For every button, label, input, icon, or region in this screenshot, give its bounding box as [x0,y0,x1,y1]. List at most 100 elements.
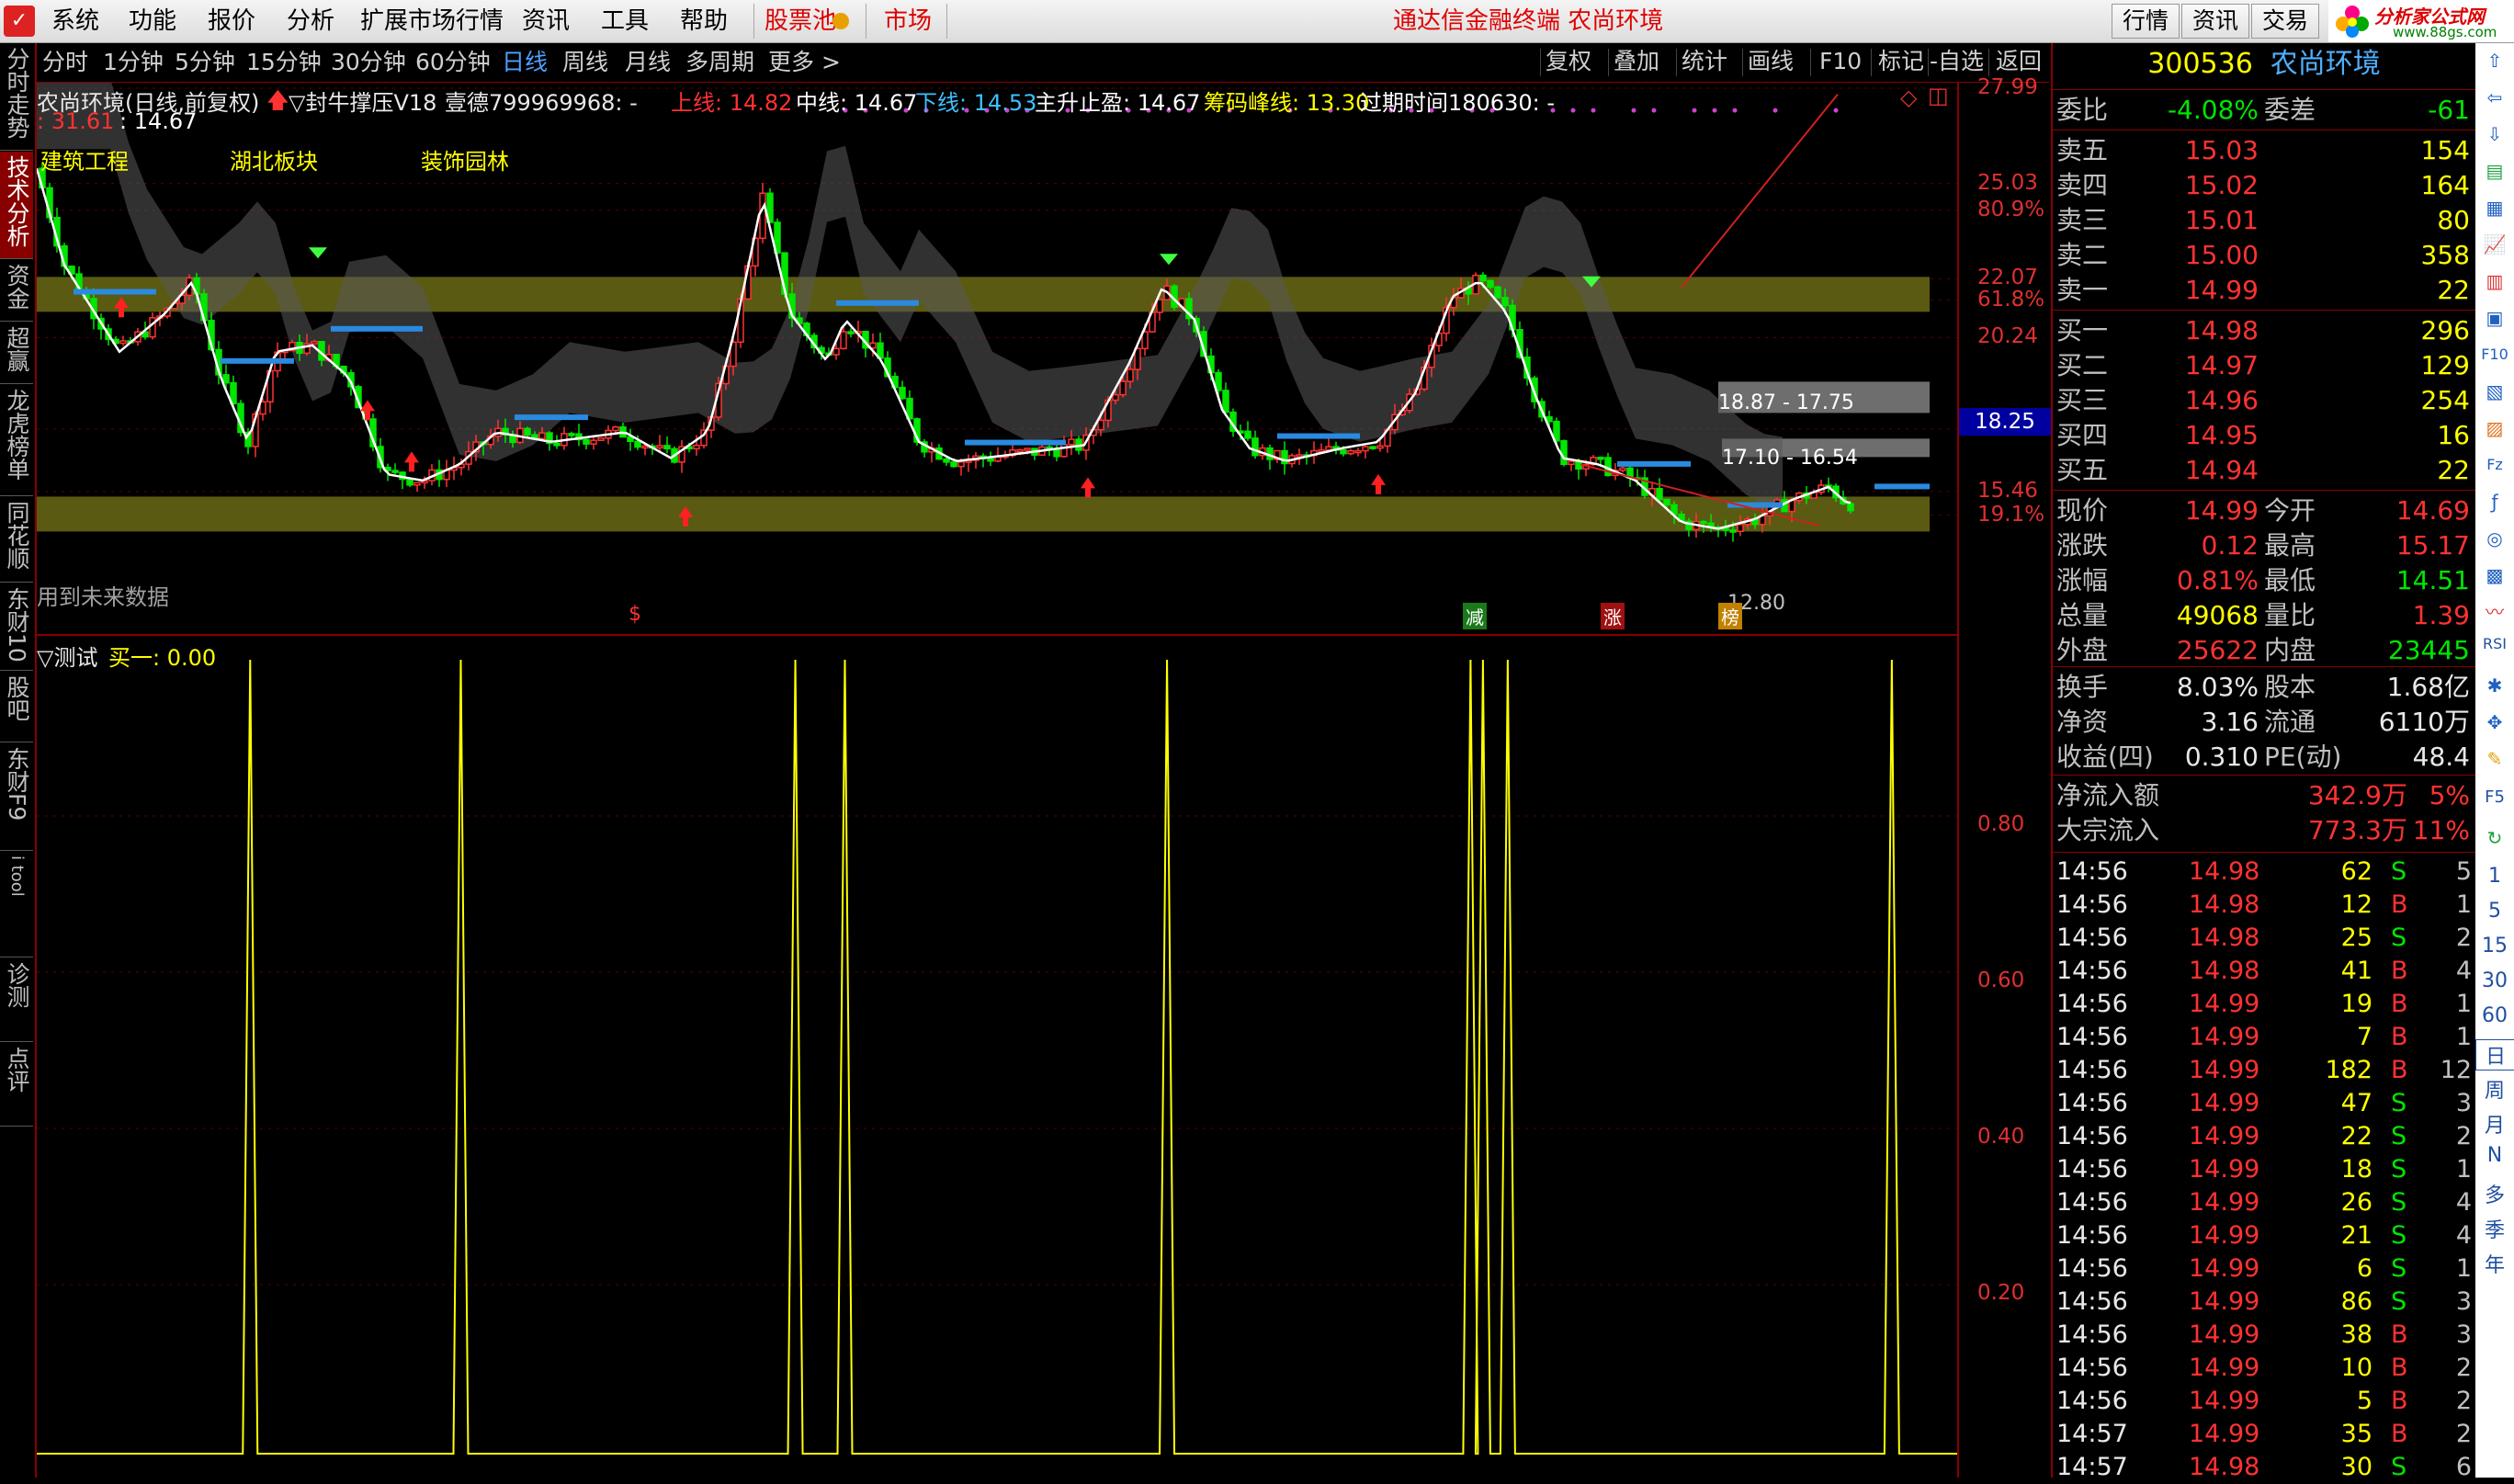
menu-extended-market[interactable]: 扩展市场行情 [360,6,504,37]
sector-label[interactable]: 建筑工程 [40,143,129,176]
trade-row[interactable]: 14:56 14.98 25 S 2 [2053,922,2475,955]
dollar-marker[interactable]: $ [628,603,641,626]
arrow-up-icon[interactable]: ⇧ [2481,47,2508,74]
tab-itool[interactable]: i tool [0,852,33,957]
menu-function[interactable]: 功能 [129,6,176,37]
indicator-subchart[interactable]: ▽测试 买一: 0.00 [37,634,1957,1479]
app-logo[interactable]: ✓ [4,6,35,37]
arrow-down-icon[interactable]: ⇩ [2481,120,2508,148]
circle-icon[interactable]: ◎ [2481,525,2508,552]
back-button[interactable]: 返回 [1996,48,2042,75]
trade-row[interactable]: 14:56 14.99 7 B 1 [2053,1021,2475,1054]
trade-row[interactable]: 14:56 14.99 26 S 4 [2053,1186,2475,1219]
period-intraday[interactable]: 分时 [42,49,88,76]
menu-analysis[interactable]: 分析 [287,6,334,37]
ask-row[interactable]: 卖五 15.03 154 [2053,133,2475,168]
tab-tonghuashun[interactable]: 同花顺 [0,497,33,583]
trade-row[interactable]: 14:56 14.99 19 B 1 [2053,988,2475,1021]
rsi-icon[interactable]: RSI [2475,635,2514,652]
trade-row[interactable]: 14:56 14.99 18 S 1 [2053,1153,2475,1186]
menu-market[interactable]: 市场 [884,6,932,37]
tab-dongcai-f9[interactable]: 东财F9 [0,743,33,851]
period-year-button[interactable]: 年 [2475,1249,2514,1278]
period-15-button[interactable]: 15 [2475,935,2514,957]
trade-row[interactable]: 14:56 14.99 5 B 2 [2053,1385,2475,1418]
arrow-left-icon[interactable]: ⇦ [2481,84,2508,111]
diamond-icon[interactable]: ◇ [1900,85,1917,110]
trade-row[interactable]: 14:56 14.99 47 S 3 [2053,1087,2475,1120]
list-icon[interactable]: ▤ [2481,157,2508,185]
subchart-title[interactable]: ▽测试 [37,640,97,672]
rank-marker[interactable]: 榜 [1718,603,1742,629]
wave-icon[interactable]: 〰 [2481,598,2508,626]
kline-chart[interactable]: 农尚环境(日线,前复权) 🡅 ▽封牛撑压V18 壹德799969968: - 上… [37,83,1957,634]
period-1min[interactable]: 1分钟 [103,49,164,76]
menu-system[interactable]: 系统 [51,6,99,37]
trade-button[interactable]: 交易 [2251,4,2319,39]
menu-tools[interactable]: 工具 [601,6,649,37]
period-monthly[interactable]: 月线 [625,49,671,76]
trade-row[interactable]: 14:57 14.99 35 B 2 [2053,1418,2475,1451]
statistics-button[interactable]: 统计 [1682,48,1727,75]
reduce-marker[interactable]: 减 [1463,603,1487,629]
period-quarter-button[interactable]: 季 [2475,1214,2514,1243]
bid-row[interactable]: 买三 14.96 254 [2053,383,2475,418]
f10-icon[interactable]: F10 [2481,341,2508,368]
trade-row[interactable]: 14:56 14.98 12 B 1 [2053,889,2475,922]
f10-button[interactable]: F10 [1819,48,1862,75]
fz-icon[interactable]: Fz [2481,451,2508,479]
draw-line-button[interactable]: 画线 [1748,48,1794,75]
trade-row[interactable]: 14:56 14.98 62 S 5 [2053,855,2475,889]
ask-row[interactable]: 卖一 14.99 22 [2053,273,2475,308]
refresh-icon[interactable]: ↻ [2481,824,2508,852]
tab-diagnose[interactable]: 诊测 [0,958,33,1042]
tab-super[interactable]: 超赢 [0,323,33,384]
ask-row[interactable]: 卖三 15.01 80 [2053,203,2475,238]
period-week-button[interactable]: 周 [2475,1074,2514,1104]
bars-icon[interactable]: ▩ [2481,561,2508,589]
ask-row[interactable]: 卖二 15.00 358 [2053,238,2475,273]
period-30-button[interactable]: 30 [2475,969,2514,992]
bid-row[interactable]: 买一 14.98 296 [2053,313,2475,348]
menu-stock-pool[interactable]: 股票池 [764,6,836,37]
table-icon[interactable]: ▣ [2481,304,2508,332]
ask-row[interactable]: 卖四 15.02 164 [2053,168,2475,203]
f5-icon[interactable]: F5 [2475,787,2514,807]
move-icon[interactable]: ✥ [2481,708,2508,736]
star-icon[interactable]: ✱ [2481,672,2508,699]
formula-icon[interactable]: ƒ [2481,488,2508,515]
trade-row[interactable]: 14:56 14.99 38 B 3 [2053,1319,2475,1352]
rise-marker[interactable]: 涨 [1601,603,1625,629]
period-60min[interactable]: 60分钟 [415,49,491,76]
window-toggle-icon[interactable]: ◫ [1928,83,1949,108]
period-30min[interactable]: 30分钟 [331,49,406,76]
period-day-button[interactable]: 日 [2475,1039,2514,1071]
trade-row[interactable]: 14:56 14.99 21 S 4 [2053,1219,2475,1252]
quote-button[interactable]: 行情 [2112,4,2180,39]
menu-news[interactable]: 资讯 [522,6,570,37]
trade-row[interactable]: 14:56 14.99 86 S 3 [2053,1286,2475,1319]
overlay-button[interactable]: 叠加 [1614,48,1659,75]
sector-label[interactable]: 装饰园林 [421,143,509,176]
trade-row[interactable]: 14:56 14.99 6 S 1 [2053,1252,2475,1286]
period-daily[interactable]: 日线 [502,49,548,76]
tab-intraday[interactable]: 分时走势 [0,43,33,151]
period-60-button[interactable]: 60 [2475,1004,2514,1027]
trade-row[interactable]: 14:57 14.98 30 S 6 [2053,1451,2475,1484]
menu-quote[interactable]: 报价 [208,6,255,37]
period-multi-button[interactable]: 多 [2475,1179,2514,1208]
line-chart-icon[interactable]: 📈 [2481,231,2508,258]
restore-rights-button[interactable]: 复权 [1546,48,1591,75]
tab-dragon-tiger[interactable]: 龙虎榜单 [0,385,33,496]
menu-help[interactable]: 帮助 [680,6,728,37]
period-1-button[interactable]: 1 [2475,865,2514,888]
tab-guba[interactable]: 股吧 [0,672,33,742]
period-15min[interactable]: 15分钟 [246,49,322,76]
watchlist-button[interactable]: -自选 [1930,48,1984,75]
period-n-button[interactable]: N [2475,1144,2514,1167]
tab-comment[interactable]: 点评 [0,1043,33,1127]
tab-technical[interactable]: 技术分析 [0,152,33,259]
period-more[interactable]: 更多 > [768,49,841,76]
period-5-button[interactable]: 5 [2475,900,2514,923]
indicator-name[interactable]: ▽封牛撑压V18 [289,85,436,117]
